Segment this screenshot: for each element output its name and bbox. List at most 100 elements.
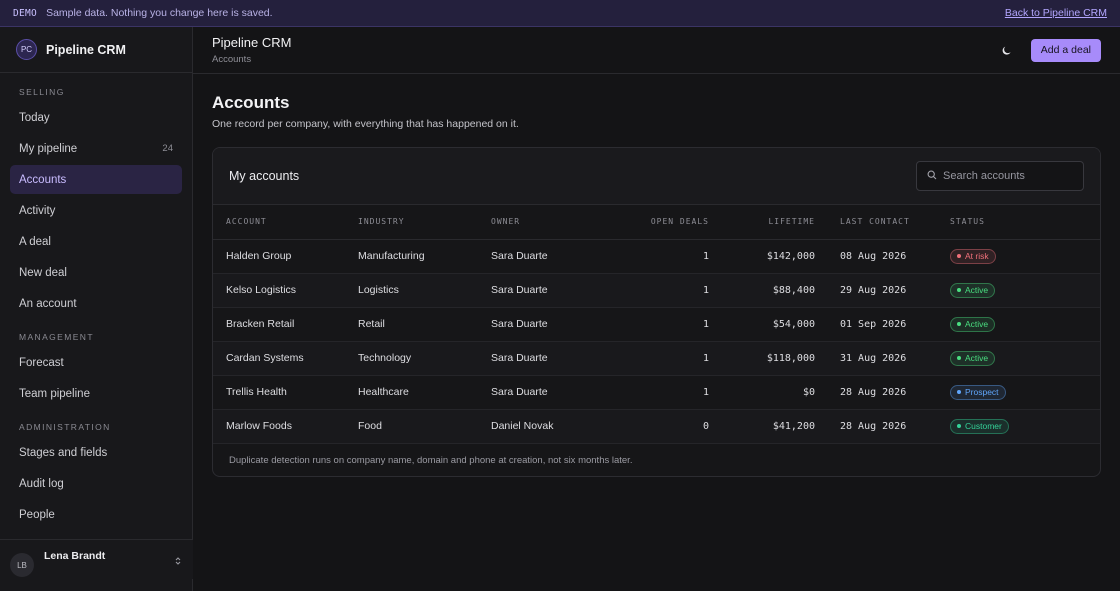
cell-industry: Technology [358, 341, 491, 376]
cell-open-deals: 1 [609, 375, 709, 410]
sidebar-item-label: Accounts [19, 173, 67, 186]
sidebar-item-label: Audit log [19, 477, 64, 490]
sidebar-item-stages-and-fields[interactable]: Stages and fields [10, 438, 182, 467]
sidebar-item-people[interactable]: People [10, 500, 182, 529]
topbar-titles: Pipeline CRM Accounts [212, 35, 291, 65]
status-dot-icon [957, 390, 961, 394]
demo-tag: DEMO [13, 7, 38, 19]
cell-open-deals: 0 [609, 409, 709, 444]
page-subtitle: One record per company, with everything … [212, 118, 519, 130]
status-dot-icon [957, 254, 961, 258]
sidebar-item-a-deal[interactable]: A deal [10, 227, 182, 256]
cell-owner: Sara Duarte [491, 307, 609, 342]
sidebar-item-accounts[interactable]: Accounts [10, 165, 182, 194]
cell-industry: Retail [358, 307, 491, 342]
col-open-deals[interactable]: OPEN DEALS [609, 205, 709, 240]
table-header-row: ACCOUNT INDUSTRY OWNER OPEN DEALS LIFETI… [213, 205, 1100, 240]
user-menu[interactable]: LB Lena Brandt [0, 539, 193, 579]
user-name: Lena Brandt [44, 550, 106, 562]
cell-account: Trellis Health [213, 375, 358, 410]
cell-industry: Food [358, 409, 491, 444]
table-row[interactable]: Trellis Health Healthcare Sara Duarte 1 $0 28… [213, 375, 1100, 410]
status-badge: Prospect [950, 384, 1006, 400]
status-badge: Active [950, 316, 996, 332]
status-dot-icon [957, 356, 961, 360]
cell-open-deals: 1 [609, 239, 709, 274]
cell-last-contact: 28 Aug 2026 [815, 409, 950, 444]
cell-account: Bracken Retail [213, 307, 358, 342]
col-last-contact[interactable]: LAST CONTACT [815, 205, 950, 240]
cell-account: Kelso Logistics [213, 273, 358, 308]
sidebar-item-team-pipeline[interactable]: Team pipeline [10, 379, 182, 408]
col-lifetime[interactable]: LIFETIME [709, 205, 815, 240]
sidebar-item-today[interactable]: Today [10, 103, 182, 132]
add-deal-button[interactable]: Add a deal [1030, 38, 1101, 62]
table-row[interactable]: Bracken Retail Retail Sara Duarte 1 $54,000 0… [213, 307, 1100, 342]
sidebar-item-label: A deal [19, 235, 51, 248]
table-row[interactable]: Marlow Foods Food Daniel Novak 0 $41,200 28 A… [213, 409, 1100, 444]
back-to-app-link[interactable]: Back to Pipeline CRM [1005, 7, 1107, 19]
sidebar-item-label: Forecast [19, 356, 64, 369]
card-header: My accounts [213, 148, 1100, 205]
status-label: Active [965, 319, 989, 329]
status-dot-icon [957, 322, 961, 326]
col-owner[interactable]: OWNER [491, 205, 609, 240]
col-status[interactable]: STATUS [950, 205, 1100, 240]
status-badge: At risk [950, 248, 996, 264]
search-input[interactable] [943, 170, 1073, 182]
sidebar: PC Pipeline CRM SELLING Today My pipeline 2… [0, 27, 193, 591]
cell-last-contact: 08 Aug 2026 [815, 239, 950, 274]
moon-icon[interactable] [999, 41, 1017, 59]
cell-status: Active [950, 307, 1100, 342]
sidebar-item-label: My pipeline [19, 142, 78, 155]
sidebar-item-label: Today [19, 111, 50, 124]
sidebar-item-label: Stages and fields [19, 446, 108, 459]
cell-status: Customer [950, 409, 1100, 444]
cell-industry: Manufacturing [358, 239, 491, 274]
col-account[interactable]: ACCOUNT [213, 205, 358, 240]
cell-lifetime: $0 [709, 375, 815, 410]
sidebar-item-new-deal[interactable]: New deal [10, 258, 182, 287]
breadcrumb: Accounts [212, 54, 252, 65]
status-dot-icon [957, 424, 961, 428]
cell-owner: Sara Duarte [491, 375, 609, 410]
brand[interactable]: PC Pipeline CRM [0, 27, 192, 73]
table-body: Halden Group Manufacturing Sara Duarte 1 $14… [213, 239, 1100, 444]
topbar-title: Pipeline CRM [212, 35, 292, 50]
sidebar-item-my-pipeline[interactable]: My pipeline 24 [10, 134, 182, 163]
status-badge: Active [950, 350, 996, 366]
cell-lifetime: $54,000 [709, 307, 815, 342]
table-row[interactable]: Halden Group Manufacturing Sara Duarte 1 $14… [213, 239, 1100, 274]
sidebar-item-label: New deal [19, 266, 67, 279]
sidebar-item-label: People [19, 508, 55, 521]
cell-last-contact: 01 Sep 2026 [815, 307, 950, 342]
col-industry[interactable]: INDUSTRY [358, 205, 491, 240]
demo-banner: DEMO Sample data. Nothing you change her… [0, 0, 1120, 27]
search-box[interactable] [916, 161, 1084, 191]
cell-account: Marlow Foods [213, 409, 358, 444]
card-title: My accounts [229, 169, 300, 183]
sidebar-item-forecast[interactable]: Forecast [10, 348, 182, 377]
cell-owner: Sara Duarte [491, 341, 609, 376]
cell-status: Active [950, 273, 1100, 308]
table-row[interactable]: Cardan Systems Technology Sara Duarte 1 $118… [213, 341, 1100, 376]
page-header: Accounts One record per company, with ev… [212, 93, 519, 130]
sidebar-item-activity[interactable]: Activity [10, 196, 182, 225]
sidebar-item-label: An account [19, 297, 77, 310]
cell-open-deals: 1 [609, 273, 709, 308]
cell-industry: Healthcare [358, 375, 491, 410]
section-label: MANAGEMENT [19, 332, 94, 342]
cell-lifetime: $41,200 [709, 409, 815, 444]
topbar: Pipeline CRM Accounts Add a deal [193, 27, 1120, 74]
sidebar-nav: SELLING Today My pipeline 24 Accounts Activit… [0, 87, 192, 560]
cell-owner: Sara Duarte [491, 239, 609, 274]
sidebar-item-an-account[interactable]: An account [10, 289, 182, 318]
accounts-table: ACCOUNT INDUSTRY OWNER OPEN DEALS LIFETI… [213, 205, 1100, 444]
status-label: Active [965, 285, 989, 295]
cell-account: Halden Group [213, 239, 358, 274]
cell-last-contact: 31 Aug 2026 [815, 341, 950, 376]
cell-open-deals: 1 [609, 307, 709, 342]
cell-status: Active [950, 341, 1100, 376]
table-row[interactable]: Kelso Logistics Logistics Sara Duarte 1 $88,… [213, 273, 1100, 308]
sidebar-item-audit-log[interactable]: Audit log [10, 469, 182, 498]
